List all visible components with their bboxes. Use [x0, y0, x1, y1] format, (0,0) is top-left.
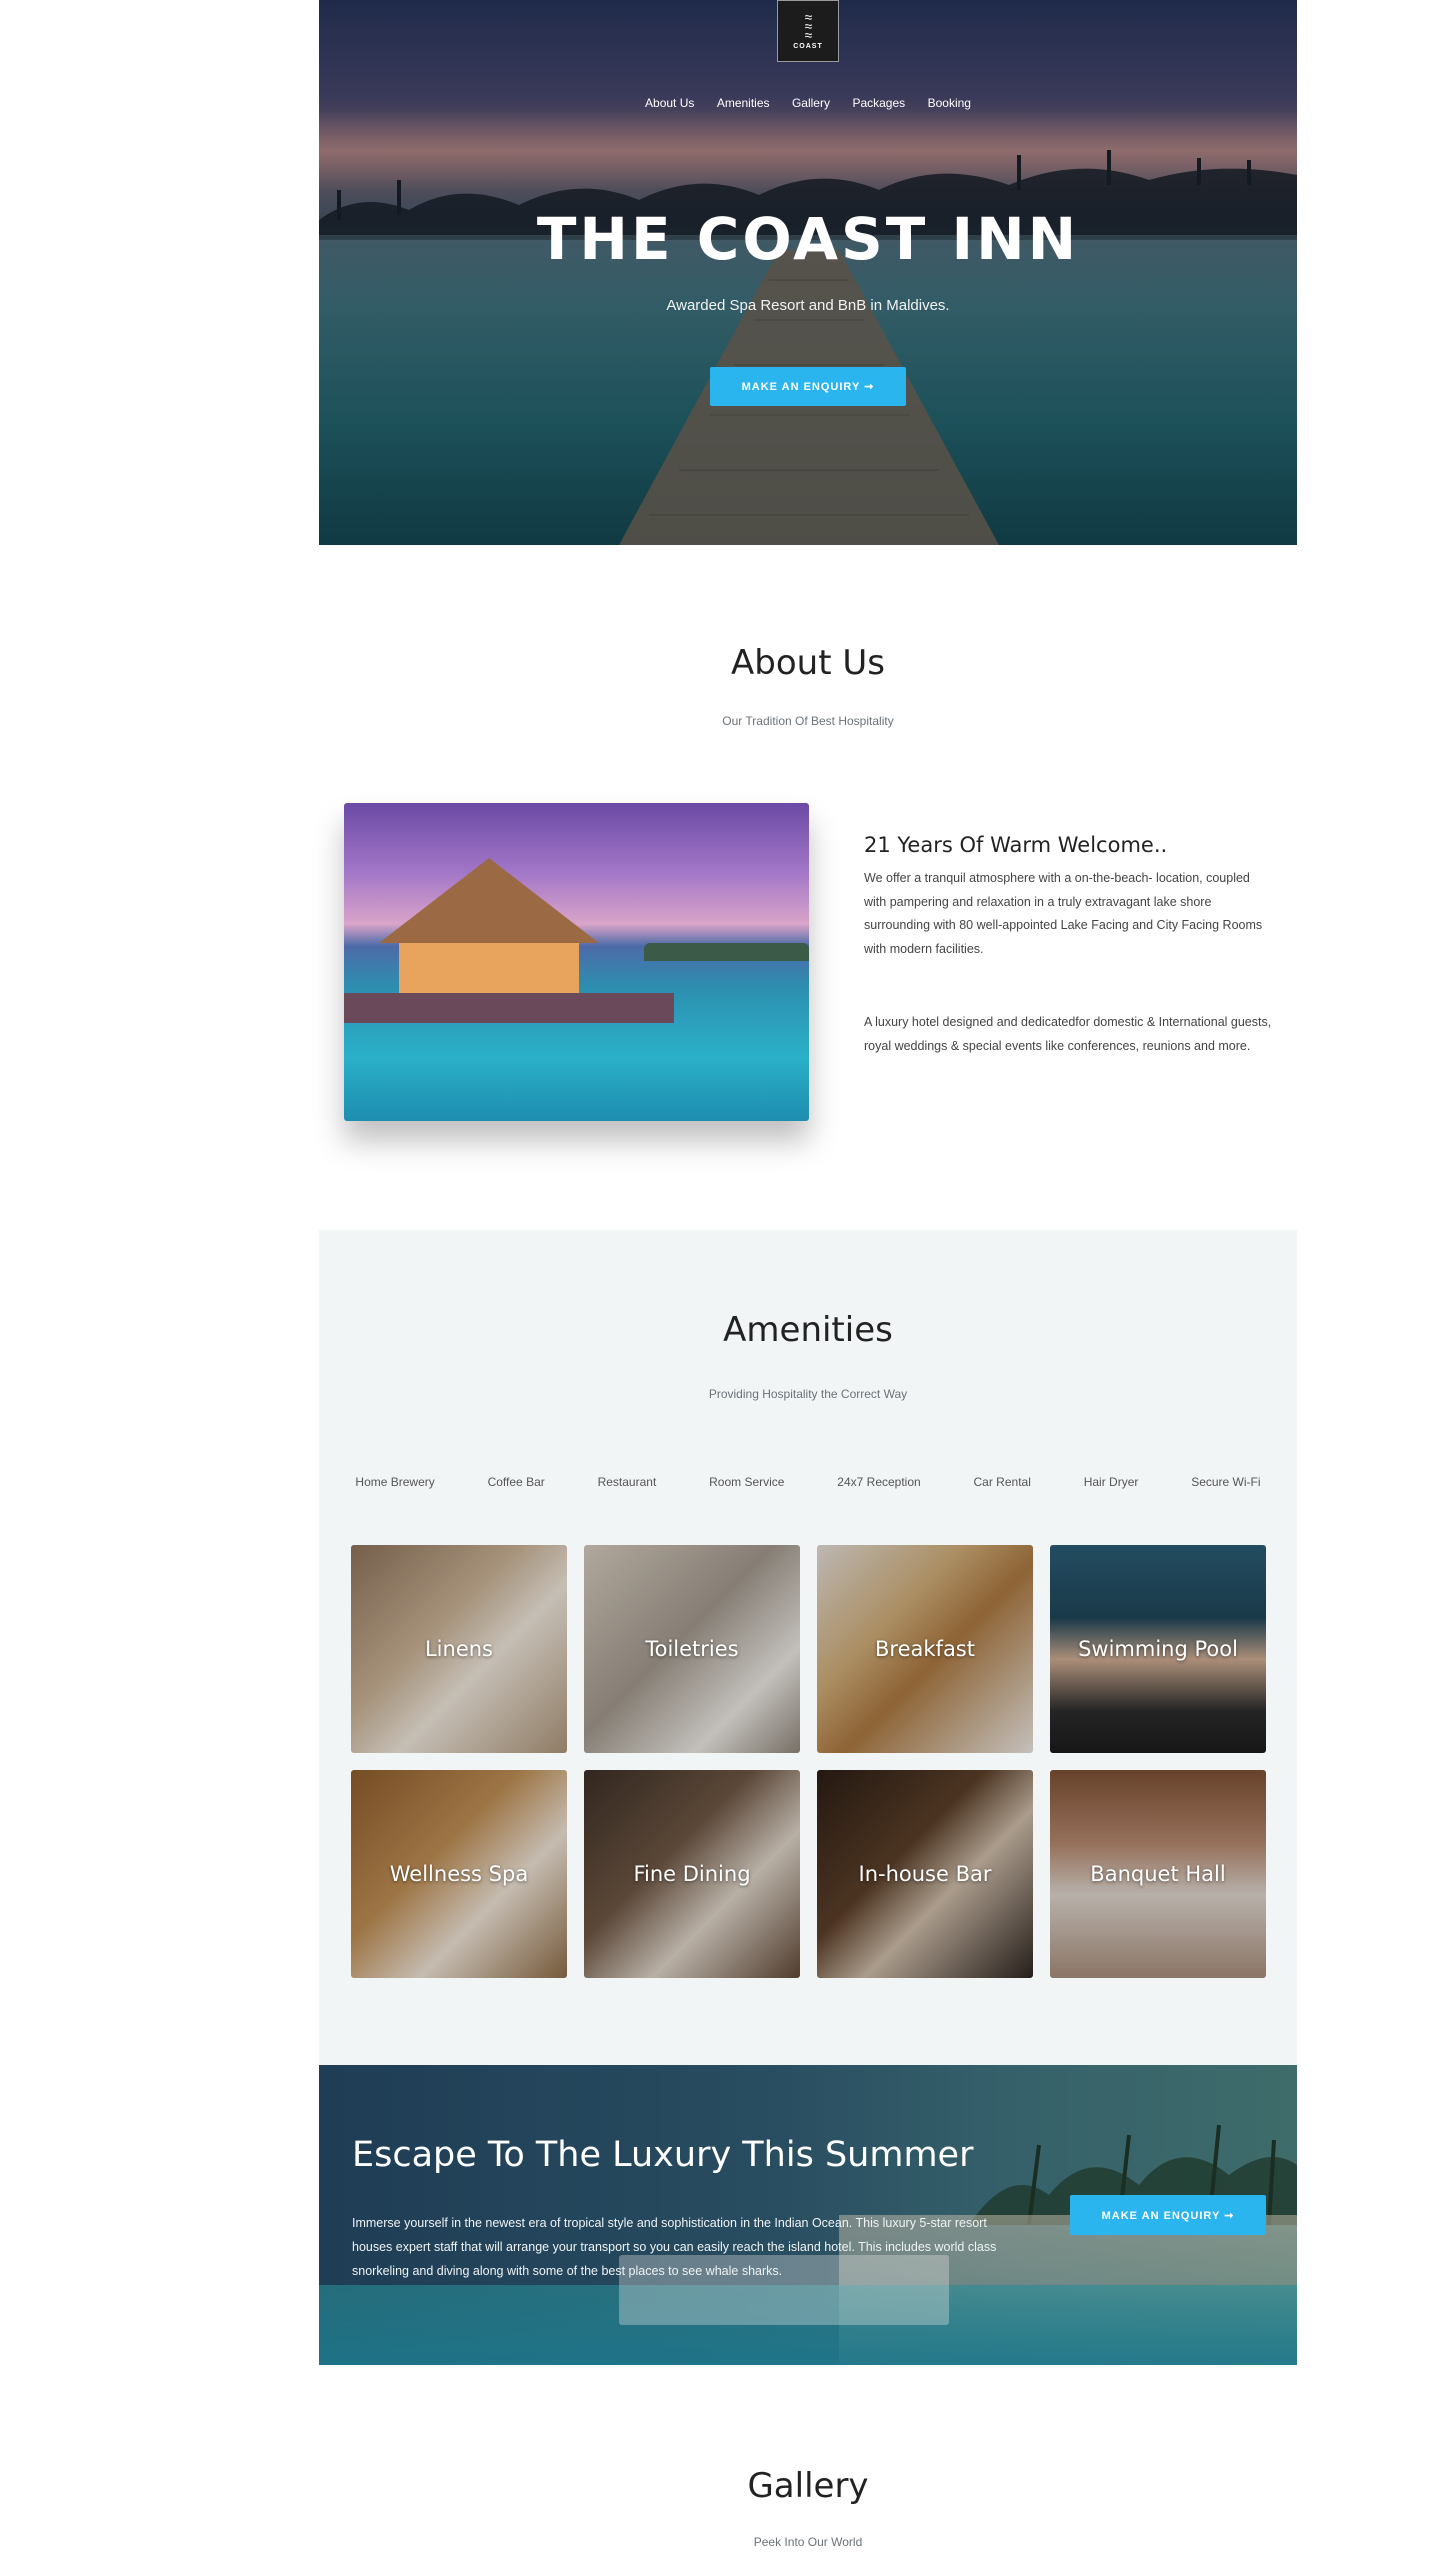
tile-linens[interactable]: Linens [351, 1545, 567, 1753]
about-paragraph-2: A luxury hotel designed and dedicatedfor… [864, 1015, 1272, 1053]
amenity-tiles-row-1: Linens Toiletries Breakfast Swimming Poo… [351, 1545, 1268, 1753]
tile-toiletries[interactable]: Toiletries [584, 1545, 800, 1753]
nav-amenities[interactable]: Amenities [717, 96, 770, 110]
amenity-tiles-row-2: Wellness Spa Fine Dining In-house Bar Ba… [351, 1770, 1268, 1978]
promo-enquiry-button[interactable]: MAKE AN ENQUIRY ➞ [1070, 2195, 1266, 2235]
nav-about-us[interactable]: About Us [645, 96, 694, 110]
amenity-item: Restaurant [597, 1475, 657, 1489]
amenities-section: Amenities Providing Hospitality the Corr… [319, 1230, 1297, 2065]
page: ≈ ≈ ≈ COAST About Us Amenities Gallery Pac… [319, 0, 1297, 2560]
amenity-item: Home Brewery [355, 1475, 435, 1489]
tile-breakfast[interactable]: Breakfast [817, 1545, 1033, 1753]
about-title: About Us [731, 643, 885, 683]
make-enquiry-button[interactable]: MAKE AN ENQUIRY ➞ [710, 367, 906, 406]
about-resort-image [344, 803, 809, 1121]
amenity-item: Hair Dryer [1083, 1475, 1139, 1489]
about-subtitle: Our Tradition Of Best Hospitality [722, 714, 894, 728]
hero-title: THE COAST INN [536, 205, 1080, 273]
amenity-item: Coffee Bar [487, 1475, 545, 1489]
tile-fine-dining[interactable]: Fine Dining [584, 1770, 800, 1978]
coast-logo[interactable]: ≈ ≈ ≈ COAST [777, 0, 839, 62]
amenity-item: 24x7 Reception [837, 1475, 921, 1489]
amenities-title: Amenities [723, 1310, 893, 1350]
promo-title: Escape To The Luxury This Summer [352, 2135, 974, 2175]
amenity-item: Car Rental [973, 1475, 1031, 1489]
hero-subtitle: Awarded Spa Resort and BnB in Maldives. [666, 297, 950, 314]
about-heading: 21 Years Of Warm Welcome.. [864, 833, 1168, 857]
promo-banner: Escape To The Luxury This Summer Immerse… [319, 2065, 1297, 2365]
amenities-list: Home Brewery Coffee Bar Restaurant Room … [319, 1475, 1297, 1489]
hero-section: ≈ ≈ ≈ COAST About Us Amenities Gallery Pac… [319, 0, 1297, 545]
logo-text: COAST [793, 42, 823, 50]
promo-text: Immerse yourself in the newest era of tr… [352, 2216, 997, 2278]
tile-swimming-pool[interactable]: Swimming Pool [1050, 1545, 1266, 1753]
waves-icon: ≈ ≈ ≈ [804, 8, 813, 43]
tile-in-house-bar[interactable]: In-house Bar [817, 1770, 1033, 1978]
nav-packages[interactable]: Packages [852, 96, 905, 110]
about-paragraph-1: We offer a tranquil atmosphere with a on… [864, 871, 1263, 956]
tile-wellness-spa[interactable]: Wellness Spa [351, 1770, 567, 1978]
main-nav: About Us Amenities Gallery Packages Book… [319, 94, 1297, 112]
amenities-subtitle: Providing Hospitality the Correct Way [708, 1387, 908, 1401]
amenity-item: Secure Wi-Fi [1191, 1475, 1261, 1489]
amenity-item: Room Service [709, 1475, 785, 1489]
nav-gallery[interactable]: Gallery [792, 96, 830, 110]
gallery-title: Gallery [747, 2466, 869, 2506]
nav-booking[interactable]: Booking [928, 96, 971, 110]
tile-banquet-hall[interactable]: Banquet Hall [1050, 1770, 1266, 1978]
gallery-subtitle: Peek Into Our World [753, 2535, 863, 2549]
